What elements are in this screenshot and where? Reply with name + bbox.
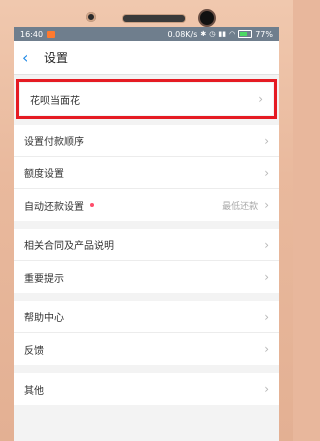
- settings-item-label: 反馈: [24, 345, 44, 357]
- settings-item-label: 额度设置: [24, 169, 64, 180]
- red-dot-badge: [90, 203, 94, 207]
- settings-item-label: 帮助中心: [24, 313, 64, 324]
- screen: 16:40 0.08K/s ✱ ◷ ▮▮ ◠ 77% ‹ 设置 花呗当面花 ›: [14, 27, 279, 441]
- battery-percent: 77%: [255, 29, 273, 39]
- chevron-right-icon: ›: [264, 198, 269, 212]
- settings-item-limit[interactable]: 额度设置 ›: [14, 157, 279, 189]
- nav-bar: ‹ 设置: [14, 41, 279, 75]
- bluetooth-icon: ✱: [200, 30, 207, 38]
- highlighted-group: 花呗当面花 ›: [16, 79, 277, 119]
- earpiece-speaker: [122, 14, 186, 23]
- settings-group-payment: 设置付款顺序 › 额度设置 › 自动还款设置 最低还款 ›: [14, 125, 279, 221]
- settings-group-docs: 相关合同及产品说明 › 重要提示 ›: [14, 229, 279, 293]
- settings-item-label: 其他: [24, 385, 44, 397]
- chevron-right-icon: ›: [264, 237, 269, 252]
- settings-item-help-center[interactable]: 帮助中心 ›: [14, 301, 279, 333]
- phone-frame: 16:40 0.08K/s ✱ ◷ ▮▮ ◠ 77% ‹ 设置 花呗当面花 ›: [0, 0, 293, 441]
- settings-item-other[interactable]: 其他 ›: [14, 373, 279, 405]
- battery-icon: [238, 30, 253, 38]
- settings-item-value: 最低还款: [222, 201, 259, 212]
- settings-item-contracts[interactable]: 相关合同及产品说明 ›: [14, 229, 279, 261]
- alarm-icon: ◷: [209, 30, 216, 38]
- settings-item-important[interactable]: 重要提示 ›: [14, 261, 279, 293]
- settings-item-label: 设置付款顺序: [24, 137, 84, 148]
- signal-icon: ▮▮: [218, 30, 227, 38]
- settings-item-label: 花呗当面花: [30, 95, 80, 107]
- settings-item-huabei-pay[interactable]: 花呗当面花 ›: [20, 83, 273, 115]
- chevron-right-icon: ›: [258, 92, 263, 106]
- chevron-right-icon: ›: [264, 342, 269, 356]
- chevron-right-icon: ›: [264, 309, 269, 324]
- settings-item-label: 重要提示: [24, 273, 64, 285]
- chevron-right-icon: ›: [264, 133, 269, 148]
- settings-item-label: 自动还款设置: [24, 201, 84, 213]
- notification-icon: [47, 30, 56, 38]
- status-bar: 16:40 0.08K/s ✱ ◷ ▮▮ ◠ 77%: [14, 27, 279, 41]
- settings-item-feedback[interactable]: 反馈 ›: [14, 333, 279, 365]
- proximity-sensor-icon: [198, 9, 216, 27]
- page-title: 设置: [44, 51, 69, 65]
- front-camera-icon: [86, 12, 96, 22]
- chevron-left-icon[interactable]: ‹: [22, 48, 38, 67]
- chevron-right-icon: ›: [264, 165, 269, 180]
- settings-item-auto-repay[interactable]: 自动还款设置 最低还款 ›: [14, 189, 279, 221]
- status-time: 16:40: [20, 29, 44, 39]
- chevron-right-icon: ›: [264, 382, 269, 396]
- wifi-icon: ◠: [229, 30, 236, 38]
- network-speed: 0.08K/s: [167, 29, 198, 39]
- settings-item-payment-order[interactable]: 设置付款顺序 ›: [14, 125, 279, 157]
- settings-item-label: 相关合同及产品说明: [24, 241, 114, 252]
- settings-group-other: 其他 ›: [14, 373, 279, 405]
- chevron-right-icon: ›: [264, 270, 269, 284]
- settings-group-help: 帮助中心 › 反馈 ›: [14, 301, 279, 365]
